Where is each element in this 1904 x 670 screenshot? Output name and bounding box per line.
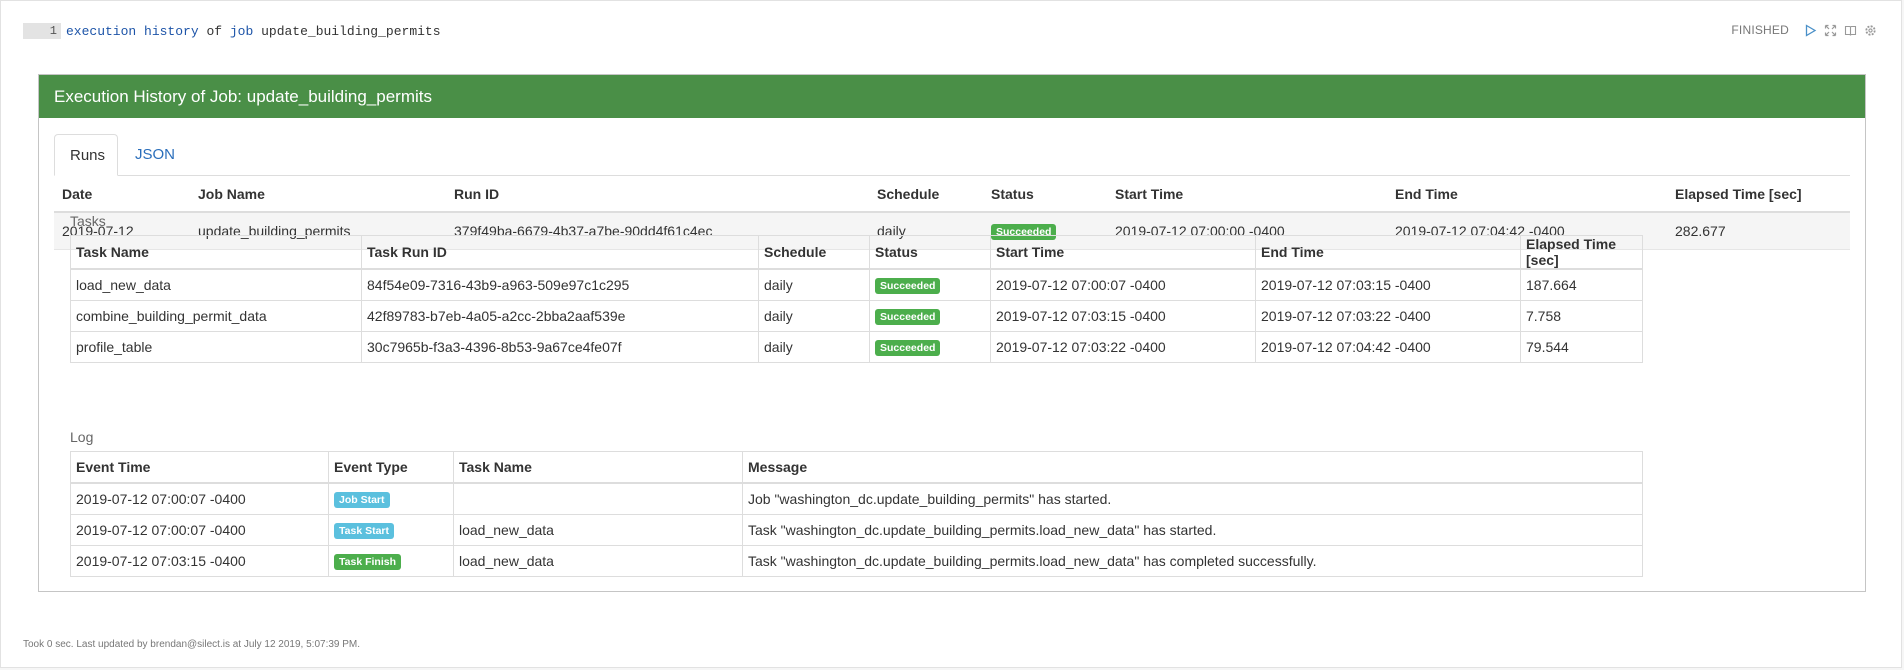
tab-runs[interactable]: Runs bbox=[54, 134, 118, 176]
column-header: End Time bbox=[1387, 176, 1667, 213]
event-time: 2019-07-12 07:00:07 -0400 bbox=[70, 482, 329, 515]
line-number: 1 bbox=[23, 23, 61, 39]
editor-line[interactable]: execution history of job update_building… bbox=[66, 24, 441, 39]
code-token: execution bbox=[66, 23, 137, 39]
event-type-cell: Task Finish bbox=[328, 545, 454, 577]
task-end-time: 2019-07-12 07:03:15 -0400 bbox=[1255, 268, 1521, 301]
book-icon[interactable] bbox=[1844, 24, 1857, 37]
status-badge: Succeeded bbox=[875, 308, 941, 325]
task-status-cell: Succeeded bbox=[869, 268, 991, 301]
event-time: 2019-07-12 07:00:07 -0400 bbox=[70, 514, 329, 546]
task-status-cell: Succeeded bbox=[869, 331, 991, 363]
column-header: Event Time bbox=[70, 451, 329, 484]
expand-icon[interactable] bbox=[1824, 24, 1837, 37]
task-start-time: 2019-07-12 07:03:15 -0400 bbox=[990, 300, 1256, 332]
event-message: Task "washington_dc.update_building_perm… bbox=[742, 545, 1643, 577]
task-schedule: daily bbox=[758, 331, 870, 363]
column-header: Job Name bbox=[190, 176, 446, 213]
column-header: Task Run ID bbox=[361, 235, 759, 270]
table-header-row: Event Time Event Type Task Name Message bbox=[70, 451, 1643, 484]
event-type-cell: Task Start bbox=[328, 514, 454, 546]
task-name: load_new_data bbox=[70, 268, 362, 301]
column-header: Schedule bbox=[869, 176, 983, 213]
task-name: profile_table bbox=[70, 331, 362, 363]
column-header: Start Time bbox=[1107, 176, 1387, 213]
column-header: Date bbox=[54, 176, 190, 213]
paragraph-status: FINISHED bbox=[1731, 23, 1789, 37]
task-schedule: daily bbox=[758, 300, 870, 332]
run-elapsed: 282.677 bbox=[1667, 212, 1850, 250]
event-time: 2019-07-12 07:03:15 -0400 bbox=[70, 545, 329, 577]
task-start-time: 2019-07-12 07:03:22 -0400 bbox=[990, 331, 1256, 363]
event-task-name: load_new_data bbox=[453, 514, 743, 546]
task-end-time: 2019-07-12 07:04:42 -0400 bbox=[1255, 331, 1521, 363]
table-header-row: Date Job Name Run ID Schedule Status Sta… bbox=[54, 176, 1850, 213]
status-badge: Succeeded bbox=[875, 277, 941, 294]
column-header: Task Name bbox=[70, 235, 362, 270]
settings-icon[interactable] bbox=[1864, 24, 1877, 37]
task-elapsed: 79.544 bbox=[1520, 331, 1643, 363]
table-row[interactable]: 2019-07-12 07:03:15 -0400 Task Finish lo… bbox=[70, 545, 1643, 577]
notebook-paragraph: 1 execution history of job update_buildi… bbox=[0, 0, 1902, 668]
task-run-id: 84f54e09-7316-43b9-a963-509e97c1c295 bbox=[361, 268, 759, 301]
code-token: update_building_permits bbox=[261, 23, 441, 39]
tasks-table: Task Name Task Run ID Schedule Status St… bbox=[70, 235, 1643, 363]
code-token: of bbox=[206, 23, 223, 39]
tab-json[interactable]: JSON bbox=[120, 134, 190, 175]
code-token: history bbox=[144, 23, 199, 39]
tab-bar: Runs JSON bbox=[54, 134, 1850, 176]
code-editor[interactable]: 1 execution history of job update_buildi… bbox=[23, 22, 441, 40]
column-header: End Time bbox=[1255, 235, 1521, 270]
event-task-name bbox=[453, 482, 743, 515]
column-header: Status bbox=[983, 176, 1107, 213]
table-row[interactable]: 2019-07-12 07:00:07 -0400 Task Start loa… bbox=[70, 514, 1643, 546]
task-elapsed: 7.758 bbox=[1520, 300, 1643, 332]
log-label: Log bbox=[70, 429, 94, 445]
event-message: Task "washington_dc.update_building_perm… bbox=[742, 514, 1643, 546]
task-start-time: 2019-07-12 07:00:07 -0400 bbox=[990, 268, 1256, 301]
code-token: job bbox=[229, 23, 254, 39]
event-type-badge: Task Finish bbox=[334, 553, 401, 570]
column-header: Elapsed Time [sec] bbox=[1520, 235, 1643, 270]
event-task-name: load_new_data bbox=[453, 545, 743, 577]
column-header: Elapsed Time [sec] bbox=[1667, 176, 1850, 213]
task-elapsed: 187.664 bbox=[1520, 268, 1643, 301]
column-header: Run ID bbox=[446, 176, 869, 213]
paragraph-toolbar: FINISHED bbox=[1731, 23, 1877, 37]
task-name: combine_building_permit_data bbox=[70, 300, 362, 332]
table-row[interactable]: load_new_data 84f54e09-7316-43b9-a963-50… bbox=[70, 268, 1643, 301]
column-header: Task Name bbox=[453, 451, 743, 484]
event-type-badge: Job Start bbox=[334, 491, 390, 508]
task-run-id: 30c7965b-f3a3-4396-8b53-9a67ce4fe07f bbox=[361, 331, 759, 363]
table-row[interactable]: combine_building_permit_data 42f89783-b7… bbox=[70, 300, 1643, 332]
table-header-row: Task Name Task Run ID Schedule Status St… bbox=[70, 235, 1643, 270]
column-header: Start Time bbox=[990, 235, 1256, 270]
panel-title: Execution History of Job: update_buildin… bbox=[39, 75, 1865, 118]
event-type-cell: Job Start bbox=[328, 482, 454, 515]
column-header: Event Type bbox=[328, 451, 454, 484]
column-header: Schedule bbox=[758, 235, 870, 270]
column-header: Status bbox=[869, 235, 991, 270]
task-run-id: 42f89783-b7eb-4a05-a2cc-2bba2aaf539e bbox=[361, 300, 759, 332]
run-icon[interactable] bbox=[1804, 23, 1817, 37]
table-row[interactable]: 2019-07-12 07:00:07 -0400 Job Start Job … bbox=[70, 482, 1643, 515]
tasks-label: Tasks bbox=[70, 213, 106, 229]
task-status-cell: Succeeded bbox=[869, 300, 991, 332]
task-schedule: daily bbox=[758, 268, 870, 301]
paragraph-footer: Took 0 sec. Last updated by brendan@sile… bbox=[23, 639, 361, 650]
column-header: Message bbox=[742, 451, 1643, 484]
event-type-badge: Task Start bbox=[334, 522, 394, 539]
execution-history-panel: Execution History of Job: update_buildin… bbox=[38, 74, 1866, 592]
table-row[interactable]: profile_table 30c7965b-f3a3-4396-8b53-9a… bbox=[70, 331, 1643, 363]
task-end-time: 2019-07-12 07:03:22 -0400 bbox=[1255, 300, 1521, 332]
status-badge: Succeeded bbox=[875, 339, 941, 356]
event-message: Job "washington_dc.update_building_permi… bbox=[742, 482, 1643, 515]
log-table: Event Time Event Type Task Name Message … bbox=[70, 451, 1643, 577]
